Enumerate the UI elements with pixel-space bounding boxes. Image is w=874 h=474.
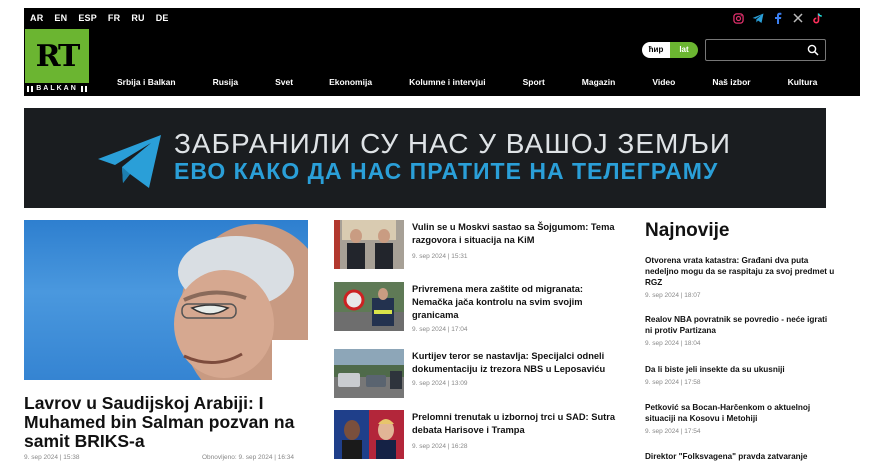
nav-magazin[interactable]: Magazin	[582, 77, 616, 87]
instagram-icon[interactable]	[732, 12, 744, 24]
latest-item-title: Da li biste jeli insekte da su ukusniji	[645, 365, 785, 374]
lang-ar[interactable]: AR	[30, 13, 43, 23]
lead-article-updated: Obnovljeno: 9. sep 2024 | 16:34	[202, 454, 295, 461]
latest-item-date: 9. sep 2024 | 17:58	[645, 379, 701, 386]
search-box	[705, 39, 826, 61]
article-thumbnail	[334, 282, 404, 331]
latest-item-title: Direktor "Folksvagena" pravda zatvaranje	[645, 452, 808, 461]
logo-sub: BALKAN	[25, 83, 89, 95]
lang-en[interactable]: EN	[54, 13, 67, 23]
lang-ru[interactable]: RU	[131, 13, 144, 23]
lead-article-date: 9. sep 2024 | 15:38	[24, 454, 80, 461]
latest-heading: Najnovije	[645, 220, 730, 241]
article-item[interactable]: Prelomni trenutak u izbornoj trci u SAD:…	[334, 410, 624, 470]
latest-item-date: 9. sep 2024 | 18:07	[645, 292, 701, 299]
article-date: 9. sep 2024 | 15:31	[412, 253, 468, 260]
nav-video[interactable]: Video	[652, 77, 675, 87]
search-icon[interactable]	[807, 44, 819, 56]
article-item[interactable]: Vulin se u Moskvi sastao sa Šojgumom: Te…	[334, 220, 624, 280]
article-date: 9. sep 2024 | 16:28	[412, 443, 468, 450]
banner-subline: ЕВО КАКО ДА НАС ПРАТИТЕ НА ТЕЛЕГРАМУ	[174, 158, 719, 184]
social-links	[732, 12, 824, 24]
script-toggle[interactable]: ћир lat	[642, 42, 698, 58]
article-thumbnail	[334, 410, 404, 459]
search-input[interactable]	[710, 42, 802, 58]
latest-item-title: Petković sa Bocan-Harčenkom o aktuelnoj …	[645, 403, 811, 423]
rt-balkan-logo[interactable]: RT BALKAN	[25, 29, 89, 95]
latest-item[interactable]: Da li biste jeli insekte da su ukusniji …	[645, 364, 835, 386]
x-icon[interactable]	[792, 12, 804, 24]
telegram-banner[interactable]: ЗАБРАНИЛИ СУ НАС У ВАШОЈ ЗЕМЉИ ЕВО КАКО …	[24, 108, 826, 208]
article-title: Privremena mera zaštite od migranata: Ne…	[412, 284, 584, 320]
script-latin-option[interactable]: lat	[670, 42, 698, 58]
language-switcher: AR EN ESP FR RU DE	[30, 13, 169, 23]
site-header: AR EN ESP FR RU DE RT BALKAN ћир lat Srb…	[24, 8, 860, 96]
tiktok-icon[interactable]	[812, 12, 824, 24]
telegram-plane-icon	[98, 135, 161, 188]
lang-fr[interactable]: FR	[108, 13, 120, 23]
latest-item[interactable]: Otvorena vrata katastra: Građani dva put…	[645, 255, 835, 299]
logo-mark: RT	[25, 29, 89, 83]
main-nav: Srbija i Balkan Rusija Svet Ekonomija Ko…	[117, 77, 817, 87]
latest-item[interactable]: Realov NBA povratnik se povredio - neće …	[645, 314, 835, 347]
nav-svet[interactable]: Svet	[275, 77, 293, 87]
article-title: Kurtijev teror se nastavlja: Specijalci …	[412, 351, 606, 374]
latest-item[interactable]: Direktor "Folksvagena" pravda zatvaranje	[645, 451, 835, 462]
article-date: 9. sep 2024 | 17:04	[412, 326, 468, 333]
article-title: Prelomni trenutak u izbornoj trci u SAD:…	[412, 412, 616, 435]
lead-article-image[interactable]	[24, 220, 308, 380]
nav-kultura[interactable]: Kultura	[788, 77, 818, 87]
latest-item-title: Otvorena vrata katastra: Građani dva put…	[645, 256, 835, 287]
lead-article-title[interactable]: Lavrov u Saudijskoj Arabiji: I Muhamed b…	[24, 394, 308, 451]
lang-esp[interactable]: ESP	[78, 13, 97, 23]
latest-item-title: Realov NBA povratnik se povredio - neće …	[645, 315, 828, 335]
nav-kolumne-i-intervjui[interactable]: Kolumne i intervjui	[409, 77, 486, 87]
latest-item-date: 9. sep 2024 | 17:54	[645, 428, 701, 435]
telegram-icon[interactable]	[752, 12, 764, 24]
article-thumbnail	[334, 349, 404, 398]
nav-nas-izbor[interactable]: Naš izbor	[712, 77, 750, 87]
nav-srbija-i-balkan[interactable]: Srbija i Balkan	[117, 77, 176, 87]
script-cyrillic-option[interactable]: ћир	[642, 42, 670, 58]
latest-item-date: 9. sep 2024 | 18:04	[645, 340, 701, 347]
nav-sport[interactable]: Sport	[523, 77, 545, 87]
latest-item[interactable]: Petković sa Bocan-Harčenkom o aktuelnoj …	[645, 402, 835, 435]
article-title: Vulin se u Moskvi sastao sa Šojgumom: Te…	[412, 222, 615, 245]
banner-headline: ЗАБРАНИЛИ СУ НАС У ВАШОЈ ЗЕМЉИ	[174, 128, 732, 159]
nav-rusija[interactable]: Rusija	[213, 77, 239, 87]
lang-de[interactable]: DE	[156, 13, 169, 23]
article-thumbnail	[334, 220, 404, 269]
article-item[interactable]: Kurtijev teror se nastavlja: Specijalci …	[334, 349, 624, 409]
nav-ekonomija[interactable]: Ekonomija	[329, 77, 372, 87]
article-date: 9. sep 2024 | 13:09	[412, 380, 468, 387]
article-item[interactable]: Privremena mera zaštite od migranata: Ne…	[334, 282, 624, 342]
facebook-icon[interactable]	[772, 12, 784, 24]
